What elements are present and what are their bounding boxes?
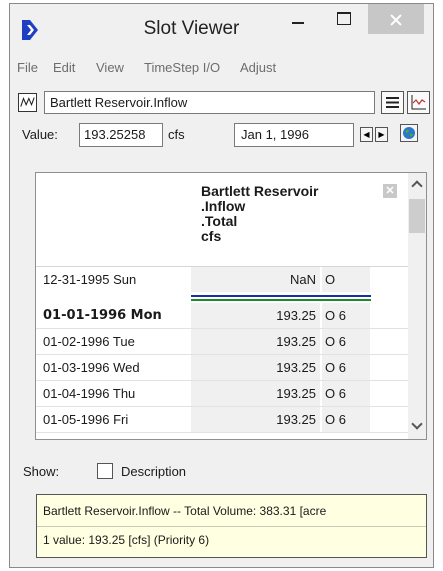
info-divider: [37, 526, 426, 527]
value-label: Value:: [22, 127, 58, 142]
row-date: 12-31-1995 Sun: [43, 272, 137, 287]
units-label: cfs: [168, 127, 185, 142]
row-value[interactable]: 193.25: [191, 407, 321, 432]
row-value[interactable]: 193.25: [191, 381, 321, 406]
description-checkbox[interactable]: [97, 463, 113, 479]
row-value[interactable]: 193.25: [191, 303, 321, 328]
current-timestep-line: [191, 295, 371, 297]
plot-icon[interactable]: [407, 91, 430, 114]
slot-series-icon[interactable]: [18, 93, 37, 112]
row-flag: O 6: [322, 407, 370, 432]
date-field[interactable]: Jan 1, 1996: [234, 123, 354, 147]
menu-timestep-io[interactable]: TimeStep I/O: [144, 60, 220, 75]
row-date: 01-05-1996 Fri: [43, 412, 129, 427]
row-date: 01-02-1996 Tue: [43, 334, 135, 349]
row-flag: O 6: [322, 329, 370, 354]
value-input[interactable]: 193.25258: [79, 123, 163, 147]
menu-bar: File Edit View TimeStep I/O Adjust: [10, 56, 433, 82]
scroll-up-icon[interactable]: [408, 177, 426, 195]
table-row[interactable]: 01-04-1996 Thu 193.25 O 6: [36, 381, 408, 406]
column-header-slot: .Inflow: [201, 198, 246, 214]
scroll-down-icon[interactable]: [408, 417, 426, 435]
table-row[interactable]: 01-01-1996 Mon 193.25 O 6: [36, 303, 408, 328]
show-label: Show:: [23, 464, 60, 479]
row-date: 01-01-1996 Mon: [43, 308, 162, 323]
row-flag: O 6: [322, 303, 370, 328]
row-value[interactable]: 193.25: [191, 355, 321, 380]
row-flag: O 6: [322, 381, 370, 406]
table-row[interactable]: 01-02-1996 Tue 193.25 O 6: [36, 329, 408, 354]
current-timestep-line-2: [191, 299, 371, 301]
table-row[interactable]: 01-03-1996 Wed 193.25 O 6: [36, 355, 408, 380]
prev-date-button[interactable]: ◀: [360, 127, 373, 142]
maximize-button[interactable]: [323, 4, 365, 34]
column-header-units: cfs: [201, 228, 222, 244]
close-button[interactable]: [368, 4, 424, 34]
description-label[interactable]: Description: [121, 464, 186, 479]
next-date-button[interactable]: ▶: [375, 127, 388, 142]
column-header-object: Bartlett Reservoir: [201, 183, 319, 199]
title-bar[interactable]: Slot Viewer: [10, 4, 433, 56]
selected-value-text: 1 value: 193.25 [cfs] (Priority 6): [43, 533, 210, 547]
vertical-scrollbar[interactable]: [408, 173, 426, 439]
menu-adjust[interactable]: Adjust: [240, 60, 276, 75]
row-date: 01-04-1996 Thu: [43, 386, 136, 401]
column-header[interactable]: Bartlett Reservoir .Inflow .Total cfs ✕: [191, 173, 397, 266]
row-value[interactable]: NaN: [191, 267, 321, 292]
globe-icon[interactable]: [400, 124, 418, 142]
row-date: 01-03-1996 Wed: [43, 360, 140, 375]
scroll-thumb[interactable]: [409, 199, 425, 233]
list-view-icon[interactable]: [381, 91, 404, 114]
data-table: Bartlett Reservoir .Inflow .Total cfs ✕ …: [35, 172, 427, 440]
table-row[interactable]: 01-05-1996 Fri 193.25 O 6: [36, 407, 408, 432]
total-volume-text: Bartlett Reservoir.Inflow -- Total Volum…: [43, 504, 327, 518]
column-header-category: .Total: [201, 213, 238, 229]
table-corner: [36, 173, 191, 266]
menu-view[interactable]: View: [96, 60, 124, 75]
slot-name-field[interactable]: Bartlett Reservoir.Inflow: [44, 91, 375, 114]
remove-column-icon[interactable]: ✕: [383, 184, 397, 198]
menu-edit[interactable]: Edit: [53, 60, 75, 75]
menu-file[interactable]: File: [17, 60, 38, 75]
table-row[interactable]: 12-31-1995 Sun NaN O: [36, 267, 408, 292]
row-flag: O: [322, 267, 370, 292]
slot-viewer-window: Slot Viewer File Edit View TimeStep I/O …: [9, 3, 434, 568]
minimize-button[interactable]: [278, 4, 320, 34]
info-panel: Bartlett Reservoir.Inflow -- Total Volum…: [36, 494, 427, 558]
row-divider: [36, 432, 408, 433]
row-value[interactable]: 193.25: [191, 329, 321, 354]
row-flag: O 6: [322, 355, 370, 380]
